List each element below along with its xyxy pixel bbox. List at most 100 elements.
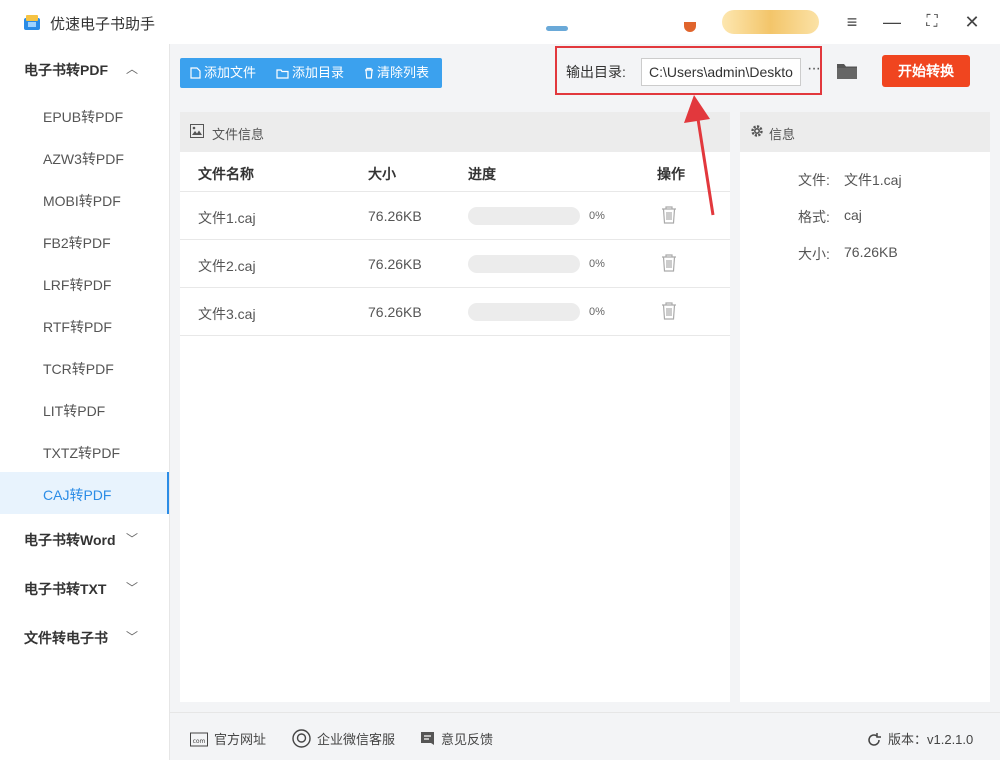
info-file-value: 文件1.caj [844, 172, 902, 188]
menu-icon[interactable]: ≡ [840, 10, 864, 34]
add-file-label: 添加文件 [204, 65, 257, 80]
version-info[interactable]: 版本：v1.2.1.0 [866, 729, 973, 748]
column-header-size: 大小 [368, 166, 396, 182]
table-header: 文件名称 大小 进度 操作 [180, 152, 730, 192]
sidebar-item-label: TCR转PDF [43, 361, 114, 377]
feedback-link[interactable]: 意见反馈 [420, 729, 493, 748]
website-icon: com [190, 732, 208, 747]
progress-bar [468, 255, 580, 273]
sidebar-item-label: CAJ转PDF [43, 487, 112, 503]
add-directory-button[interactable]: 添加目录 [276, 58, 344, 88]
status-bar: com 官方网址 企业微信客服 意见反馈 版本：v1.2.1.0 [170, 712, 1000, 760]
svg-text:com: com [193, 738, 206, 745]
gear-icon [751, 125, 763, 137]
minimize-button[interactable]: — [880, 10, 904, 34]
wechat-support-label: 企业微信客服 [317, 732, 396, 747]
output-dir-input[interactable] [641, 58, 801, 86]
column-header-progress: 进度 [468, 166, 496, 182]
wechat-support-link[interactable]: 企业微信客服 [292, 729, 395, 748]
promo-decoration [684, 22, 696, 32]
chevron-up-icon: ︿ [126, 62, 139, 76]
chevron-down-icon: ﹀ [126, 581, 139, 595]
sidebar-item-label: RTF转PDF [43, 319, 112, 335]
version-label: 版本：v1.2.1.0 [888, 732, 974, 747]
toolbar: 添加文件 添加目录 清除列表 [180, 58, 442, 88]
sidebar-item-epub[interactable]: EPUB转PDF [0, 94, 169, 136]
sidebar-group-label: 文件转电子书 [24, 630, 108, 646]
sidebar-group-label: 电子书转TXT [24, 581, 107, 597]
sidebar-group-ebook-to-txt[interactable]: 电子书转TXT ﹀ [0, 563, 170, 613]
info-panel: 信息 文件: 文件1.caj 格式: caj 大小: 76.26KB [740, 112, 990, 702]
progress-percent: 0% [589, 306, 605, 318]
sidebar-item-lit[interactable]: LIT转PDF [0, 388, 169, 430]
file-size: 76.26KB [368, 256, 422, 272]
app-title: 优速电子书助手 [50, 16, 156, 33]
feedback-label: 意见反馈 [441, 732, 494, 747]
sidebar-group-ebook-to-word[interactable]: 电子书转Word ﹀ [0, 514, 170, 564]
sidebar-item-mobi[interactable]: MOBI转PDF [0, 178, 169, 220]
feedback-icon [421, 732, 434, 745]
sidebar-item-label: LRF转PDF [43, 277, 112, 293]
chevron-down-icon: ﹀ [126, 630, 139, 644]
info-file-label: 文件: [798, 172, 830, 188]
file-panel-header: 文件信息 [180, 112, 730, 152]
sidebar-item-label: TXTZ转PDF [43, 445, 120, 461]
trash-icon[interactable] [660, 253, 678, 273]
sidebar-item-caj[interactable]: CAJ转PDF [0, 472, 169, 514]
sidebar-item-lrf[interactable]: LRF转PDF [0, 262, 169, 304]
sidebar-item-label: MOBI转PDF [43, 193, 121, 209]
sidebar: 电子书转PDF ︿ EPUB转PDF AZW3转PDF MOBI转PDF FB2… [0, 44, 170, 760]
sidebar-item-label: LIT转PDF [43, 403, 106, 419]
table-row[interactable]: 文件1.caj 76.26KB 0% [180, 192, 730, 240]
trash-icon [365, 67, 373, 79]
folder-icon[interactable] [836, 60, 858, 82]
progress-percent: 0% [589, 210, 605, 222]
trash-icon[interactable] [660, 205, 678, 225]
trash-icon[interactable] [660, 301, 678, 321]
file-list-panel: 文件信息 文件名称 大小 进度 操作 文件1.caj 76.26KB 0% 文件… [180, 112, 730, 702]
app-logo-icon [24, 15, 40, 30]
title-bar: 优速电子书助手 ≡ — ⛶ ✕ [0, 0, 1000, 44]
clear-list-button[interactable]: 清除列表 [364, 58, 429, 88]
sidebar-item-azw3[interactable]: AZW3转PDF [0, 136, 169, 178]
sidebar-item-label: FB2转PDF [43, 235, 111, 251]
close-button[interactable]: ✕ [960, 10, 984, 34]
info-format-label: 格式: [798, 209, 830, 225]
info-panel-header: 信息 [740, 112, 990, 152]
file-size: 76.26KB [368, 208, 422, 224]
image-icon [190, 124, 204, 138]
clear-list-label: 清除列表 [377, 65, 430, 80]
sidebar-item-txtz[interactable]: TXTZ转PDF [0, 430, 169, 472]
more-options-button[interactable]: ··· [807, 60, 821, 78]
info-format-value: caj [844, 207, 862, 223]
add-file-button[interactable]: 添加文件 [190, 58, 256, 88]
sidebar-group-label: 电子书转PDF [24, 62, 108, 78]
table-row[interactable]: 文件2.caj 76.26KB 0% [180, 240, 730, 288]
file-panel-title: 文件信息 [212, 127, 265, 142]
promo-banner[interactable] [722, 10, 819, 34]
sidebar-item-tcr[interactable]: TCR转PDF [0, 346, 169, 388]
sidebar-item-fb2[interactable]: FB2转PDF [0, 220, 169, 262]
file-name: 文件3.caj [198, 306, 256, 322]
progress-percent: 0% [589, 258, 605, 270]
sidebar-group-label: 电子书转Word [24, 532, 116, 548]
info-panel-title: 信息 [769, 127, 796, 142]
chevron-down-icon: ﹀ [126, 532, 139, 546]
file-name: 文件2.caj [198, 258, 256, 274]
official-website-link[interactable]: com 官方网址 [190, 729, 266, 748]
progress-bar [468, 207, 580, 225]
file-size: 76.26KB [368, 304, 422, 320]
sidebar-item-label: EPUB转PDF [43, 109, 124, 125]
progress-bar [468, 303, 580, 321]
maximize-button[interactable]: ⛶ [920, 10, 944, 34]
output-dir-label: 输出目录: [566, 64, 626, 80]
column-header-action: 操作 [657, 166, 685, 182]
start-convert-button[interactable]: 开始转换 [882, 55, 970, 87]
sidebar-group-ebook-to-pdf[interactable]: 电子书转PDF ︿ [0, 44, 170, 94]
promo-decoration [546, 26, 568, 31]
refresh-icon [868, 733, 881, 746]
table-row[interactable]: 文件3.caj 76.26KB 0% [180, 288, 730, 336]
sidebar-group-file-to-ebook[interactable]: 文件转电子书 ﹀ [0, 612, 170, 662]
sidebar-item-rtf[interactable]: RTF转PDF [0, 304, 169, 346]
column-header-name: 文件名称 [198, 166, 254, 182]
